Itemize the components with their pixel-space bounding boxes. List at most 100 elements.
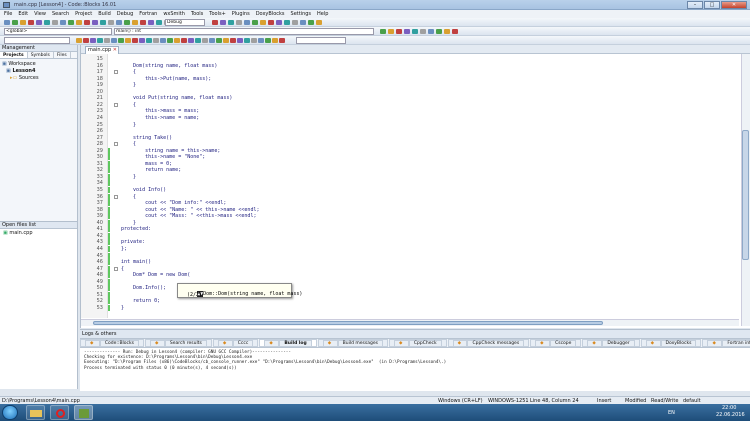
toolbar-button-icon[interactable] xyxy=(153,38,159,43)
toolbar-button-icon[interactable] xyxy=(292,20,298,25)
toolbar-button-icon[interactable] xyxy=(209,38,215,43)
code-line[interactable]: { xyxy=(121,102,136,108)
code-editor[interactable]: main.cpp ✕ 15 16 17 18 19 20 21 22 23 24 25 26 27 28 2… xyxy=(80,45,750,328)
toolbar-button-icon[interactable] xyxy=(76,38,82,43)
code-line[interactable]: protected: xyxy=(121,226,151,232)
toolbar-button-icon[interactable] xyxy=(308,20,314,25)
toolbar-button-icon[interactable] xyxy=(125,38,131,43)
code-line[interactable]: return 0; xyxy=(121,298,160,304)
code-line[interactable]: { xyxy=(121,194,136,200)
toolbar-button-icon[interactable] xyxy=(76,20,82,25)
toolbar-button-icon[interactable] xyxy=(276,20,282,25)
tab-files[interactable]: Files xyxy=(54,52,71,58)
log-tab-search-results[interactable]: ◆ Search results xyxy=(144,339,212,347)
explorer-taskbar-icon[interactable] xyxy=(26,405,45,420)
log-tab-cppcheck[interactable]: ◆ CppCheck xyxy=(388,339,447,347)
menu-settings[interactable]: Settings xyxy=(291,11,312,17)
toolbar-button-icon[interactable] xyxy=(52,20,58,25)
code-line[interactable]: Dom* Dom = new Dom( xyxy=(121,272,190,278)
menu-tools[interactable]: Tools+ xyxy=(209,11,226,17)
toolbar-button-icon[interactable] xyxy=(160,38,166,43)
toolbar-button-icon[interactable] xyxy=(202,38,208,43)
toolbar-button-icon[interactable] xyxy=(412,29,418,34)
toolbar-button-icon[interactable] xyxy=(104,38,110,43)
toolbar-button-icon[interactable] xyxy=(195,38,201,43)
toolbar-button-icon[interactable] xyxy=(284,20,290,25)
toolbar-button-icon[interactable] xyxy=(212,20,218,25)
toolbar-button-icon[interactable] xyxy=(68,20,74,25)
horizontal-scroll-thumb[interactable] xyxy=(93,321,603,325)
code-line[interactable]: cout << "Name: " << this->name <<endl; xyxy=(121,207,259,213)
tab-main-cpp[interactable]: main.cpp ✕ xyxy=(85,46,119,54)
menu-debug[interactable]: Debug xyxy=(117,11,133,17)
code-line[interactable]: }; xyxy=(121,246,127,252)
toolbar-button-icon[interactable] xyxy=(116,20,122,25)
toolbar-button-icon[interactable] xyxy=(380,29,386,34)
menu-fortran[interactable]: Fortran xyxy=(139,11,157,17)
log-tab-build-messages[interactable]: ◆ Build messages xyxy=(317,339,388,347)
toolbar-button-icon[interactable] xyxy=(300,20,306,25)
code-line[interactable]: cout << "Mass: " <<this->mass <<endl; xyxy=(121,213,256,219)
toolbar-button-icon[interactable] xyxy=(236,20,242,25)
toolbar-button-icon[interactable] xyxy=(146,38,152,43)
menu-wxsmith[interactable]: wxSmith xyxy=(163,11,185,17)
toolbar-button-icon[interactable] xyxy=(436,29,442,34)
fold-marker-icon[interactable] xyxy=(114,266,118,271)
fold-marker-icon[interactable] xyxy=(114,70,118,75)
toolbar-button-icon[interactable] xyxy=(420,29,426,34)
clock-time[interactable]: 22:00 xyxy=(722,405,736,411)
code-line[interactable]: this->mass = mass; xyxy=(121,108,199,114)
toolbar-button-icon[interactable] xyxy=(97,38,103,43)
log-tab-fortran-info[interactable]: ◆ Fortran info xyxy=(702,339,750,347)
code-line[interactable]: string Take() xyxy=(121,135,172,141)
vertical-scroll-thumb[interactable] xyxy=(742,130,749,260)
toolbar-button-icon[interactable] xyxy=(404,29,410,34)
toolbar-button-icon[interactable] xyxy=(228,20,234,25)
toolbar-button-icon[interactable] xyxy=(44,20,50,25)
code-line[interactable]: void Info() xyxy=(121,187,166,193)
toolbar-button-icon[interactable] xyxy=(188,38,194,43)
toolbar-button-icon[interactable] xyxy=(258,38,264,43)
toolbar-button-icon[interactable] xyxy=(118,38,124,43)
toolbar-button-icon[interactable] xyxy=(60,20,66,25)
regex-input[interactable] xyxy=(296,37,346,44)
toolbar-button-icon[interactable] xyxy=(100,20,106,25)
tree-item-sources[interactable]: ▸▭ Sources xyxy=(2,75,75,82)
menu-project[interactable]: Project xyxy=(75,11,92,17)
tab-symbols[interactable]: Symbols xyxy=(28,52,54,58)
log-tab-cscope[interactable]: ◆ Cscope xyxy=(530,339,582,347)
code-line[interactable]: } xyxy=(121,305,124,311)
menu-edit[interactable]: Edit xyxy=(18,11,28,17)
code-line[interactable]: string name = this->name; xyxy=(121,148,220,154)
tree-item-lesson4[interactable]: ▣ Lesson4 xyxy=(2,68,75,75)
toolbar-button-icon[interactable] xyxy=(268,20,274,25)
code-line[interactable]: } xyxy=(121,82,136,88)
codeblocks-taskbar-icon[interactable] xyxy=(74,405,93,420)
code-line[interactable]: cout << "Dom info:" <<endl; xyxy=(121,200,226,206)
toolbar-button-icon[interactable] xyxy=(223,38,229,43)
fold-marker-icon[interactable] xyxy=(114,194,118,199)
language-indicator[interactable]: EN xyxy=(668,410,675,416)
code-line[interactable]: { xyxy=(121,69,136,75)
tree-item-workspace[interactable]: ▣ Workspace xyxy=(2,61,75,68)
code-line[interactable]: } xyxy=(121,122,136,128)
toolbar-button-icon[interactable] xyxy=(111,38,117,43)
code-line[interactable]: { xyxy=(121,141,136,147)
fold-marker-icon[interactable] xyxy=(114,142,118,147)
menu-view[interactable]: View xyxy=(34,11,46,17)
code-line[interactable]: this->name = "None"; xyxy=(121,154,205,160)
code-line[interactable]: return name; xyxy=(121,167,181,173)
code-line[interactable]: private: xyxy=(121,239,145,245)
toolbar-button-icon[interactable] xyxy=(181,38,187,43)
code-line[interactable]: int main() xyxy=(121,259,151,265)
opera-taskbar-icon[interactable] xyxy=(50,405,69,420)
toolbar-button-icon[interactable] xyxy=(396,29,402,34)
toolbar-button-icon[interactable] xyxy=(452,29,458,34)
toolbar-button-icon[interactable] xyxy=(444,29,450,34)
menu-build[interactable]: Build xyxy=(98,11,111,17)
toolbar-button-icon[interactable] xyxy=(316,20,322,25)
toolbar-button-icon[interactable] xyxy=(244,38,250,43)
scope-select[interactable]: <global> xyxy=(4,28,112,35)
toolbar-button-icon[interactable] xyxy=(220,20,226,25)
log-tab-build-log[interactable]: ◆ Build log xyxy=(259,339,317,347)
